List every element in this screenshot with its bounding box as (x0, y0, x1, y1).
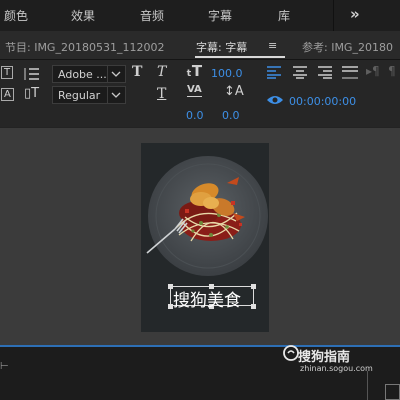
timeline-divider (367, 371, 368, 400)
tab-audio[interactable]: 音频 (140, 7, 164, 24)
underline-icon[interactable]: T (157, 86, 166, 102)
leading-value[interactable]: 0.0 (222, 109, 240, 122)
text-tool-icon[interactable]: T (1, 66, 14, 79)
tab-divider (333, 0, 334, 31)
italic-icon[interactable]: T (157, 64, 166, 80)
justify-icon[interactable] (341, 65, 359, 79)
caption-text[interactable]: 搜狗美食 (173, 286, 241, 311)
watermark-url: zhinan.sogou.com (300, 364, 373, 373)
tab-effects[interactable]: 效果 (71, 7, 95, 24)
tab-libraries[interactable]: 库 (278, 7, 290, 24)
timecode-value[interactable]: 00:00:00:00 (289, 95, 356, 108)
tab-caption-panel[interactable]: 字幕: 字幕 (196, 39, 247, 55)
text-size-icon: ₜT (186, 62, 203, 80)
font-family-value: Adobe ... (58, 68, 107, 81)
resize-handle[interactable] (251, 304, 256, 309)
chevron-down-icon (107, 87, 125, 103)
eye-icon[interactable] (266, 94, 284, 106)
bold-icon[interactable]: T (132, 64, 142, 80)
workspace-tab-bar: 颜色 效果 音频 字幕 库 » (0, 0, 400, 32)
paragraph-left-icon[interactable]: ▸¶ (366, 64, 380, 78)
font-size-value[interactable]: 100.0 (211, 67, 243, 80)
background-text-icon[interactable]: A (1, 88, 14, 101)
line-spacing-icon[interactable] (22, 67, 40, 81)
more-tabs-button[interactable]: » (350, 5, 360, 23)
video-frame[interactable]: 搜狗美食 (141, 143, 269, 332)
font-family-select[interactable]: Adobe ... (52, 65, 126, 83)
panel-menu-icon[interactable]: ≡ (268, 39, 277, 52)
timeline-marker-icon: ⊢ (0, 361, 9, 372)
watermark-brand: 搜狗指南 (298, 350, 351, 365)
font-style-select[interactable]: Regular (52, 86, 126, 104)
leading-icon: ↕A (224, 84, 244, 99)
active-tab-underline (195, 56, 285, 58)
paragraph-right-icon[interactable]: ¶ (388, 64, 396, 78)
tab-color[interactable]: 颜色 (4, 7, 28, 24)
reference-monitor-label[interactable]: 参考: IMG_20180 (302, 39, 393, 55)
resize-handle[interactable] (251, 284, 256, 289)
align-center-icon[interactable] (292, 65, 308, 79)
tracking-value[interactable]: 0.0 (186, 109, 204, 122)
font-style-value: Regular (58, 89, 101, 102)
tracking-icon: VA (187, 84, 202, 97)
align-left-icon[interactable] (266, 65, 282, 79)
chevron-down-icon (107, 66, 125, 82)
text-effect-icon[interactable]: ▯T (24, 86, 39, 101)
align-right-icon[interactable] (317, 65, 333, 79)
panel-header: 节目: IMG_20180531_112002 字幕: 字幕 ≡ 参考: IMG… (0, 31, 400, 60)
program-monitor-label[interactable]: 节目: IMG_20180531_112002 (5, 39, 164, 55)
tab-captions[interactable]: 字幕 (208, 7, 232, 24)
timeline-scroll-box[interactable] (385, 384, 400, 400)
caption-toolbar: T A ▯T Adobe ... Regular T T T ₜT 100.0 … (0, 60, 400, 127)
